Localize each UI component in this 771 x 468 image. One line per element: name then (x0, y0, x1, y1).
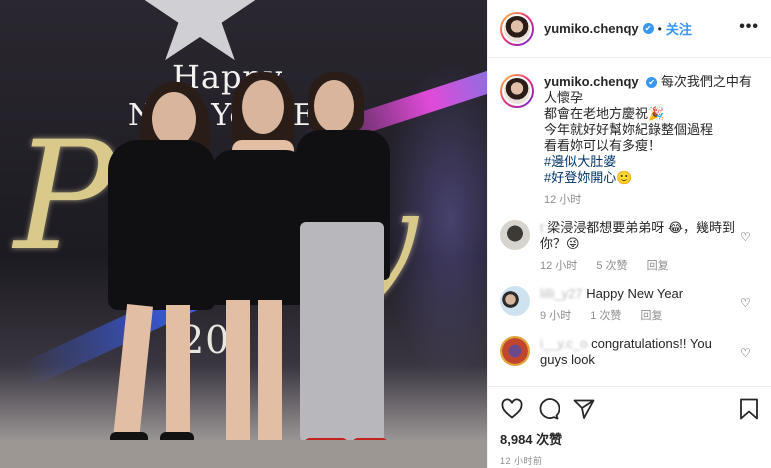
comment-likes[interactable]: 1 次赞 (590, 310, 621, 322)
post-timestamp: 12 小时前 (500, 456, 543, 466)
post-sidebar: yumiko.chenqy ✔ • 关注 ••• yumiko.chenqy ✔… (487, 0, 771, 468)
follow-button[interactable]: 关注 (666, 19, 692, 38)
post-photo[interactable]: Happy New Year Ev 20 P y (0, 0, 487, 468)
like-comment-icon[interactable]: ♡ (740, 296, 752, 310)
more-options-icon[interactable]: ••• (739, 18, 759, 36)
comment-item: i__y.c_o congratulations!! You guys look… (488, 336, 771, 368)
comment-text: 梁浸浸都想要弟弟呀 😂，幾時到你？😜 (540, 220, 736, 251)
hashtag-link[interactable]: #邊似大肚婆 (544, 154, 616, 169)
glitter-letter: P (14, 110, 115, 284)
like-comment-icon[interactable]: ♡ (740, 346, 752, 360)
hashtag-link[interactable]: #好登妳開心🙂 (544, 170, 632, 185)
comment-time: 12 小时 (540, 260, 578, 272)
post-actions: 8,984 次赞 12 小时前 (488, 386, 771, 467)
like-count[interactable]: 8,984 次赞 (500, 429, 760, 448)
comment-text: Happy New Year (586, 286, 684, 301)
like-comment-icon[interactable]: ♡ (740, 230, 752, 244)
comment-username[interactable]: i__y.c_o (540, 336, 587, 351)
verified-badge-icon: ✔ (646, 77, 658, 88)
caption-text: 看看妳可以有多瘦！ (544, 138, 662, 153)
separator: • (657, 21, 662, 36)
avatar[interactable] (500, 286, 530, 316)
avatar[interactable] (500, 336, 530, 366)
avatar[interactable] (500, 11, 534, 46)
caption-text: 都會在老地方慶祝🎉 (544, 106, 665, 121)
post-header: yumiko.chenqy ✔ • 关注 ••• (488, 0, 771, 58)
comment-time: 9 小时 (540, 310, 572, 322)
comment-username[interactable]: lilli_y27 (540, 286, 583, 301)
reply-button[interactable]: 回复 (641, 310, 663, 322)
comment-likes[interactable]: 5 次赞 (596, 260, 627, 272)
verified-badge-icon: ✔ (642, 23, 654, 34)
like-heart-icon[interactable] (500, 397, 524, 421)
share-paper-plane-icon[interactable] (572, 397, 596, 421)
bookmark-icon[interactable] (738, 397, 760, 421)
comment-item: lilli_y27 Happy New Year 9 小时 1 次赞 回复 ♡ (488, 286, 771, 324)
avatar[interactable] (500, 74, 534, 108)
floor (0, 440, 487, 468)
comment-item: t 梁浸浸都想要弟弟呀 😂，幾時到你？😜 12 小时 5 次赞 回复 ♡ (488, 220, 771, 274)
comment-bubble-icon[interactable] (536, 397, 560, 421)
comments-list[interactable]: yumiko.chenqy ✔ 每次我們之中有人懷孕 都會在老地方慶祝🎉 今年就… (488, 66, 771, 386)
comment-username[interactable]: t (540, 220, 544, 235)
caption: yumiko.chenqy ✔ 每次我們之中有人懷孕 都會在老地方慶祝🎉 今年就… (488, 66, 771, 208)
avatar[interactable] (500, 220, 530, 250)
caption-username[interactable]: yumiko.chenqy (544, 74, 639, 89)
header-username[interactable]: yumiko.chenqy (544, 21, 639, 36)
caption-time: 12 小时 (544, 194, 582, 206)
caption-text: 今年就好好幫妳紀錄整個過程 (544, 122, 714, 137)
reply-button[interactable]: 回复 (647, 260, 669, 272)
